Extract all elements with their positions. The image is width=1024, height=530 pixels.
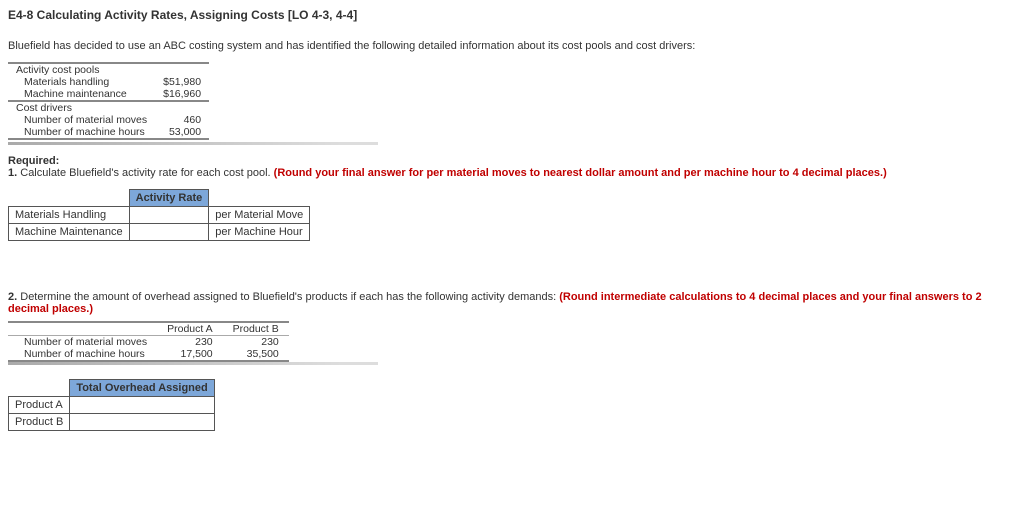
- activity-rate-table: Activity Rate Materials Handling per Mat…: [8, 189, 310, 241]
- intro-text: Bluefield has decided to use an ABC cost…: [8, 40, 1016, 52]
- product-b-row-label: Product B: [9, 414, 70, 431]
- materials-handling-unit: per Material Move: [209, 207, 310, 224]
- q1-number: 1.: [8, 167, 17, 179]
- materials-handling-row-label: Materials Handling: [9, 207, 130, 224]
- overhead-table: Total Overhead Assigned Product A Produc…: [8, 379, 215, 431]
- demand-machine-hours-label: Number of machine hours: [8, 348, 157, 361]
- overhead-header: Total Overhead Assigned: [70, 380, 214, 397]
- materials-handling-label: Materials handling: [8, 76, 155, 88]
- product-b-moves: 230: [223, 336, 289, 349]
- machine-maintenance-rate-input[interactable]: [129, 224, 209, 241]
- q2-number: 2.: [8, 291, 17, 303]
- demand-material-moves-label: Number of material moves: [8, 336, 157, 349]
- demand-table: Product A Product B Number of material m…: [8, 321, 289, 362]
- product-b-overhead-input[interactable]: [70, 414, 214, 431]
- blank-corner: [209, 190, 310, 207]
- machine-maintenance-unit: per Machine Hour: [209, 224, 310, 241]
- machine-maintenance-row-label: Machine Maintenance: [9, 224, 130, 241]
- machine-hours-label: Number of machine hours: [8, 126, 155, 139]
- product-a-overhead-input[interactable]: [70, 397, 214, 414]
- materials-handling-rate-input[interactable]: [129, 207, 209, 224]
- product-a-moves: 230: [157, 336, 223, 349]
- blank-corner: [9, 380, 70, 397]
- q1-instruction: (Round your final answer for per materia…: [274, 167, 887, 179]
- machine-maintenance-value: $16,960: [155, 88, 209, 101]
- required-label: Required:: [8, 155, 1016, 167]
- q1-text: Calculate Bluefield's activity rate for …: [20, 167, 270, 179]
- question-1: 1. Calculate Bluefield's activity rate f…: [8, 167, 1016, 179]
- product-b-hours: 35,500: [223, 348, 289, 361]
- section-cost-pools: Activity cost pools: [8, 63, 209, 76]
- product-a-row-label: Product A: [9, 397, 70, 414]
- q2-text: Determine the amount of overhead assigne…: [20, 291, 556, 303]
- exercise-title: E4-8 Calculating Activity Rates, Assigni…: [8, 8, 1016, 22]
- table-divider: [8, 362, 378, 365]
- machine-hours-value: 53,000: [155, 126, 209, 139]
- product-b-header: Product B: [223, 322, 289, 336]
- info-table: Activity cost pools Materials handling $…: [8, 62, 209, 140]
- table-divider: [8, 142, 378, 145]
- material-moves-label: Number of material moves: [8, 114, 155, 126]
- materials-handling-value: $51,980: [155, 76, 209, 88]
- question-2: 2. Determine the amount of overhead assi…: [8, 291, 1016, 315]
- activity-rate-header: Activity Rate: [129, 190, 209, 207]
- section-cost-drivers: Cost drivers: [8, 101, 209, 114]
- product-a-hours: 17,500: [157, 348, 223, 361]
- machine-maintenance-label: Machine maintenance: [8, 88, 155, 101]
- material-moves-value: 460: [155, 114, 209, 126]
- product-a-header: Product A: [157, 322, 223, 336]
- blank-corner: [9, 190, 130, 207]
